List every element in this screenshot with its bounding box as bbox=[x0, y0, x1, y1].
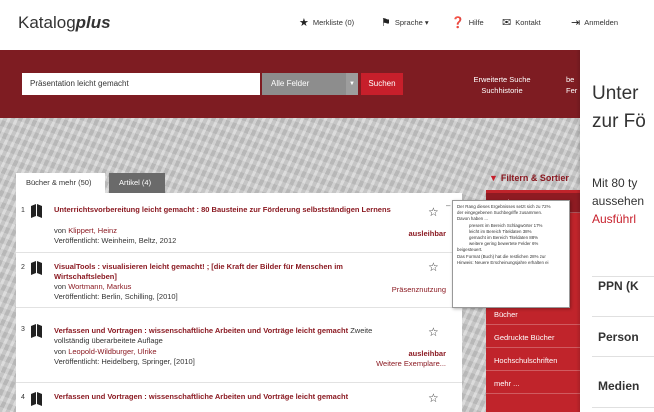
top-header: Katalogplus ★ Merkliste (0) ⚑ Sprache ▾ … bbox=[0, 0, 654, 50]
search-input[interactable]: Präsentation leicht gemacht bbox=[22, 73, 260, 95]
published-info: Veröffentlicht: Weinheim, Beltz, 2012 bbox=[54, 236, 177, 245]
author-link[interactable]: Klippert, Heinz bbox=[68, 226, 117, 235]
availability-status: ausleihbar bbox=[408, 349, 446, 358]
author-link[interactable]: Leopold-Wildburger, Ulrike bbox=[68, 347, 156, 356]
book-icon bbox=[31, 392, 42, 406]
panel-details-link[interactable]: Ausführl bbox=[592, 210, 644, 228]
flag-icon: ⚑ bbox=[381, 17, 391, 29]
panel-label-medien: Medien bbox=[598, 379, 640, 393]
book-icon bbox=[31, 324, 42, 338]
nav-hilfe[interactable]: ❓ Hilfe bbox=[451, 16, 484, 29]
result-title[interactable]: VisualTools : visualisieren leicht gemac… bbox=[54, 262, 394, 282]
nav-sprache[interactable]: ⚑ Sprache ▾ bbox=[381, 16, 429, 29]
bookmark-star-icon[interactable]: ☆ bbox=[428, 325, 439, 339]
panel-label-person: Person bbox=[598, 330, 639, 344]
filter-hochschulschriften[interactable]: Hochschulschriften bbox=[486, 351, 580, 371]
tab-articles[interactable]: Artikel (4) bbox=[109, 173, 165, 193]
published-info: Veröffentlicht: Berlin, Schilling, [2010… bbox=[54, 292, 178, 301]
bookmark-star-icon[interactable]: ☆ bbox=[428, 205, 439, 219]
field-select[interactable]: Alle Felder ▼ bbox=[262, 73, 358, 95]
panel-label-ppn: PPN (K bbox=[598, 279, 639, 293]
star-icon: ★ bbox=[299, 17, 309, 29]
mail-icon: ✉ bbox=[502, 17, 512, 29]
result-title[interactable]: Verfassen und Vortragen : wissenschaftli… bbox=[54, 326, 394, 346]
tooltip-marker: – bbox=[446, 201, 451, 210]
logo[interactable]: Katalogplus bbox=[18, 13, 111, 33]
result-row: 1 Unterrichtsvorbereitung leicht gemacht… bbox=[16, 193, 462, 253]
search-history-link[interactable]: Suchhistorie bbox=[466, 85, 538, 96]
nav-kontakt[interactable]: ✉ Kontakt bbox=[502, 16, 541, 29]
detail-panel: Unter zur Fö Mit 80 ty aussehen Ausführl… bbox=[580, 50, 654, 412]
book-icon bbox=[31, 204, 42, 218]
panel-text: Mit 80 ty aussehen Ausführl bbox=[592, 176, 645, 228]
result-title[interactable]: Unterrichtsvorbereitung leicht gemacht :… bbox=[54, 205, 394, 215]
divider bbox=[592, 276, 654, 277]
result-row: 2 VisualTools : visualisieren leicht gem… bbox=[16, 254, 462, 308]
ranking-tooltip: Der Rang dieses Ergebnisses setzt sich z… bbox=[452, 200, 570, 308]
advanced-search-link[interactable]: Erweiterte Suche Suchhistorie bbox=[466, 74, 538, 96]
tab-books[interactable]: Bücher & mehr (50) bbox=[16, 173, 105, 193]
author-link[interactable]: Wortmann, Markus bbox=[68, 282, 131, 291]
divider bbox=[592, 356, 654, 357]
result-row: 4 Verfassen und Vortragen : wissenschaft… bbox=[21, 391, 439, 406]
chevron-down-icon: ▼ bbox=[346, 73, 358, 95]
panel-title: Unter zur Fö bbox=[592, 83, 646, 132]
nav-anmelden[interactable]: ⇥ Anmelden bbox=[571, 16, 618, 29]
availability-status: Präsenznutzung bbox=[391, 285, 446, 294]
divider bbox=[592, 316, 654, 317]
login-icon: ⇥ bbox=[571, 17, 581, 29]
bookmark-star-icon[interactable]: ☆ bbox=[428, 260, 439, 274]
help-icon: ❓ bbox=[451, 17, 465, 29]
filter-more[interactable]: mehr ... bbox=[486, 374, 580, 394]
result-row: 3 Verfassen und Vortragen : wissenschaft… bbox=[16, 309, 462, 383]
funnel-icon: ▼ bbox=[489, 173, 498, 183]
search-button[interactable]: Suchen bbox=[361, 73, 403, 95]
nav-merkliste[interactable]: ★ Merkliste (0) bbox=[299, 16, 354, 29]
availability-status: ausleihbar bbox=[408, 229, 446, 238]
more-copies-link[interactable]: Weitere Exemplare... bbox=[376, 359, 446, 368]
bookmark-star-icon[interactable]: ☆ bbox=[428, 391, 439, 405]
divider bbox=[592, 407, 654, 408]
result-title[interactable]: Verfassen und Vortragen : wissenschaftli… bbox=[54, 392, 394, 402]
filter-buecher[interactable]: Bücher bbox=[486, 305, 580, 325]
book-icon bbox=[31, 261, 42, 275]
published-info: Veröffentlicht: Heidelberg, Springer, [2… bbox=[54, 357, 195, 366]
result-list: 1 Unterrichtsvorbereitung leicht gemacht… bbox=[16, 193, 462, 412]
filter-heading[interactable]: ▼ Filtern & Sortier bbox=[489, 173, 569, 183]
filter-gedruckte-buecher[interactable]: Gedruckte Bücher bbox=[486, 328, 580, 348]
